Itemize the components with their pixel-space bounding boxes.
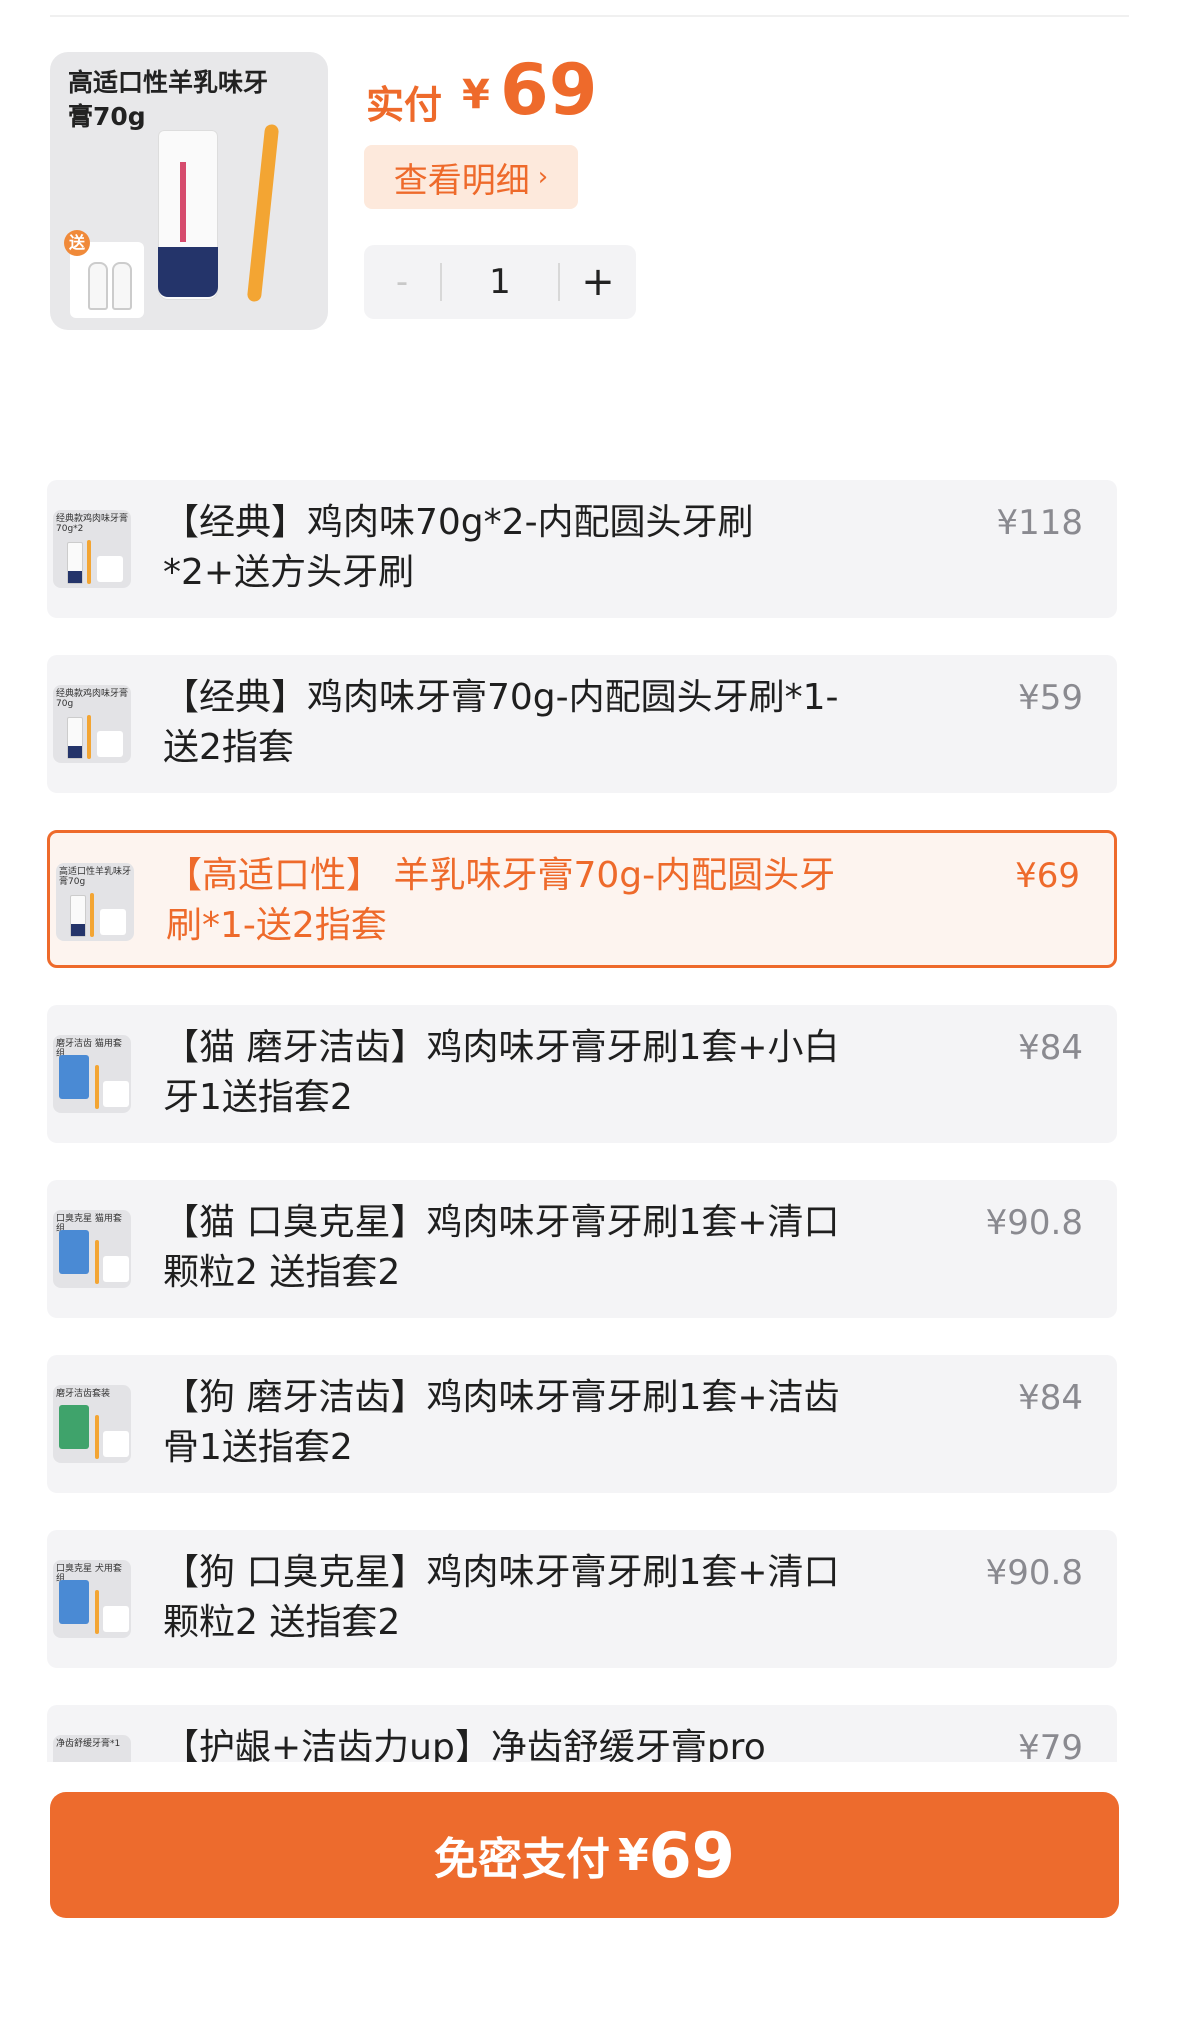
sku-option[interactable]: 磨牙洁齿 猫用套组 【猫 磨牙洁齿】鸡肉味牙膏牙刷1套+小白牙1送指套2 ¥84 [47, 1005, 1117, 1143]
sku-thumbnail-label: 磨牙洁齿套装 [56, 1389, 111, 1399]
product-image: 高适口性羊乳味牙膏70g 送 [50, 52, 328, 330]
sku-option-title: 【经典】鸡肉味牙膏70g-内配圆头牙刷*1-送2指套 [163, 677, 839, 768]
toothbrush-graphic [95, 1415, 99, 1459]
sku-option-price: ¥84 [1018, 1028, 1083, 1068]
sku-option[interactable]: 经典款鸡肉味牙膏70g 【经典】鸡肉味牙膏70g-内配圆头牙刷*1-送2指套 ¥… [47, 655, 1117, 793]
gift-graphic [103, 1081, 129, 1107]
finger-cot-graphic [112, 262, 132, 310]
sku-thumbnail: 磨牙洁齿套装 [53, 1385, 131, 1463]
sku-option-title: 【狗 磨牙洁齿】鸡肉味牙膏牙刷1套+洁齿骨1送指套2 [163, 1377, 840, 1468]
sku-option[interactable]: 口臭克星 猫用套组 【猫 口臭克星】鸡肉味牙膏牙刷1套+清口颗粒2 送指套2 ¥… [47, 1180, 1117, 1318]
sku-option-price: ¥118 [996, 503, 1083, 543]
sku-option-title: 【高适口性】 羊乳味牙膏70g-内配圆头牙刷*1-送2指套 [166, 855, 836, 946]
toothpaste-tube-graphic [67, 542, 83, 584]
pay-label: 实付 [366, 83, 443, 127]
pay-amount: 69 [500, 49, 598, 131]
sku-thumbnail: 口臭克星 猫用套组 [53, 1210, 131, 1288]
chevron-right-icon: › [537, 162, 549, 192]
sku-option-title: 【狗 口臭克星】鸡肉味牙膏牙刷1套+清口颗粒2 送指套2 [163, 1552, 840, 1643]
gift-graphic [97, 556, 123, 582]
product-box-graphic [59, 1055, 89, 1099]
product-box-graphic [59, 1580, 89, 1624]
gift-badge: 送 [64, 230, 90, 256]
sku-option-title: 【护龈+洁齿力up】净齿舒缓牙膏pro 55g*1 [163, 1727, 766, 1762]
sku-option[interactable]: 口臭克星 犬用套组 【狗 口臭克星】鸡肉味牙膏牙刷1套+清口颗粒2 送指套2 ¥… [47, 1530, 1117, 1668]
toothbrush-graphic [246, 123, 280, 303]
sku-thumbnail: 经典款鸡肉味牙膏70g [53, 685, 131, 763]
tube-band-graphic [158, 247, 218, 297]
password-free-pay-button[interactable]: 免密支付 ¥ 69 [50, 1792, 1119, 1918]
toothbrush-graphic [95, 1065, 99, 1109]
increase-button[interactable]: + [560, 259, 636, 305]
decrease-button[interactable]: - [364, 262, 440, 302]
sku-thumbnail-label: 经典款鸡肉味牙膏70g*2 [56, 514, 129, 534]
sku-thumbnail: 经典款鸡肉味牙膏70g*2 [53, 510, 131, 588]
product-image-title: 高适口性羊乳味牙膏70g [68, 68, 269, 131]
sku-thumbnail: 磨牙洁齿 猫用套组 [53, 1035, 131, 1113]
toothbrush-graphic [90, 893, 94, 937]
gift-graphic [100, 909, 126, 935]
sku-option-title: 【经典】鸡肉味70g*2-内配圆头牙刷*2+送方头牙刷 [163, 502, 754, 593]
gift-graphic [97, 731, 123, 757]
sku-option-title: 【猫 磨牙洁齿】鸡肉味牙膏牙刷1套+小白牙1送指套2 [163, 1027, 840, 1118]
sku-option-price: ¥90.8 [985, 1553, 1083, 1593]
toothbrush-graphic [95, 1240, 99, 1284]
toothbrush-graphic [87, 540, 91, 584]
sku-thumbnail: 净齿舒缓牙膏*1 [53, 1735, 131, 1762]
product-box-graphic [59, 1230, 89, 1274]
gift-graphic [103, 1431, 129, 1457]
sku-option-title: 【猫 口臭克星】鸡肉味牙膏牙刷1套+清口颗粒2 送指套2 [163, 1202, 840, 1293]
sku-thumbnail-label: 经典款鸡肉味牙膏70g [56, 689, 129, 709]
tube-stripe-graphic [180, 162, 186, 242]
sku-option-price: ¥79 [1018, 1728, 1083, 1762]
sku-option-price: ¥84 [1018, 1378, 1083, 1418]
pay-button-amount: 69 [648, 1818, 735, 1892]
product-box-graphic [59, 1405, 89, 1449]
sku-option[interactable]: 经典款鸡肉味牙膏70g*2 【经典】鸡肉味70g*2-内配圆头牙刷*2+送方头牙… [47, 480, 1117, 618]
sku-option-price: ¥59 [1018, 678, 1083, 718]
sku-option[interactable]: 磨牙洁齿套装 【狗 磨牙洁齿】鸡肉味牙膏牙刷1套+洁齿骨1送指套2 ¥84 [47, 1355, 1117, 1493]
gift-graphic [103, 1606, 129, 1632]
view-details-label: 查看明细 [393, 160, 530, 201]
toothpaste-tube-graphic [67, 717, 83, 759]
toothbrush-graphic [87, 715, 91, 759]
finger-cot-graphic [88, 262, 108, 310]
sku-thumbnail: 高适口性羊乳味牙膏70g [56, 863, 134, 941]
sku-option-price: ¥90.8 [985, 1203, 1083, 1243]
sku-option-selected[interactable]: 高适口性羊乳味牙膏70g 【高适口性】 羊乳味牙膏70g-内配圆头牙刷*1-送2… [47, 830, 1117, 968]
gift-graphic [103, 1256, 129, 1282]
sku-option-price: ¥69 [1015, 856, 1080, 896]
sku-thumbnail-label: 高适口性羊乳味牙膏70g [59, 867, 132, 887]
sku-thumbnail-label: 净齿舒缓牙膏*1 [56, 1739, 121, 1749]
quantity-stepper: - 1 + [364, 245, 636, 319]
quantity-value[interactable]: 1 [442, 262, 558, 302]
sku-option[interactable]: 净齿舒缓牙膏*1 【护龈+洁齿力up】净齿舒缓牙膏pro 55g*1 ¥79 [47, 1705, 1117, 1762]
sku-option-list[interactable]: 经典款鸡肉味牙膏70g*2 【经典】鸡肉味70g*2-内配圆头牙刷*2+送方头牙… [0, 480, 1179, 1762]
top-divider [50, 15, 1129, 17]
view-details-button[interactable]: 查看明细 › [364, 145, 578, 209]
pay-button-label: 免密支付 [434, 1834, 611, 1885]
pay-currency: ¥ [462, 72, 490, 118]
sku-thumbnail: 口臭克星 犬用套组 [53, 1560, 131, 1638]
toothpaste-tube-graphic [70, 895, 86, 937]
pay-button-currency: ¥ [618, 1829, 649, 1881]
toothbrush-graphic [95, 1590, 99, 1634]
